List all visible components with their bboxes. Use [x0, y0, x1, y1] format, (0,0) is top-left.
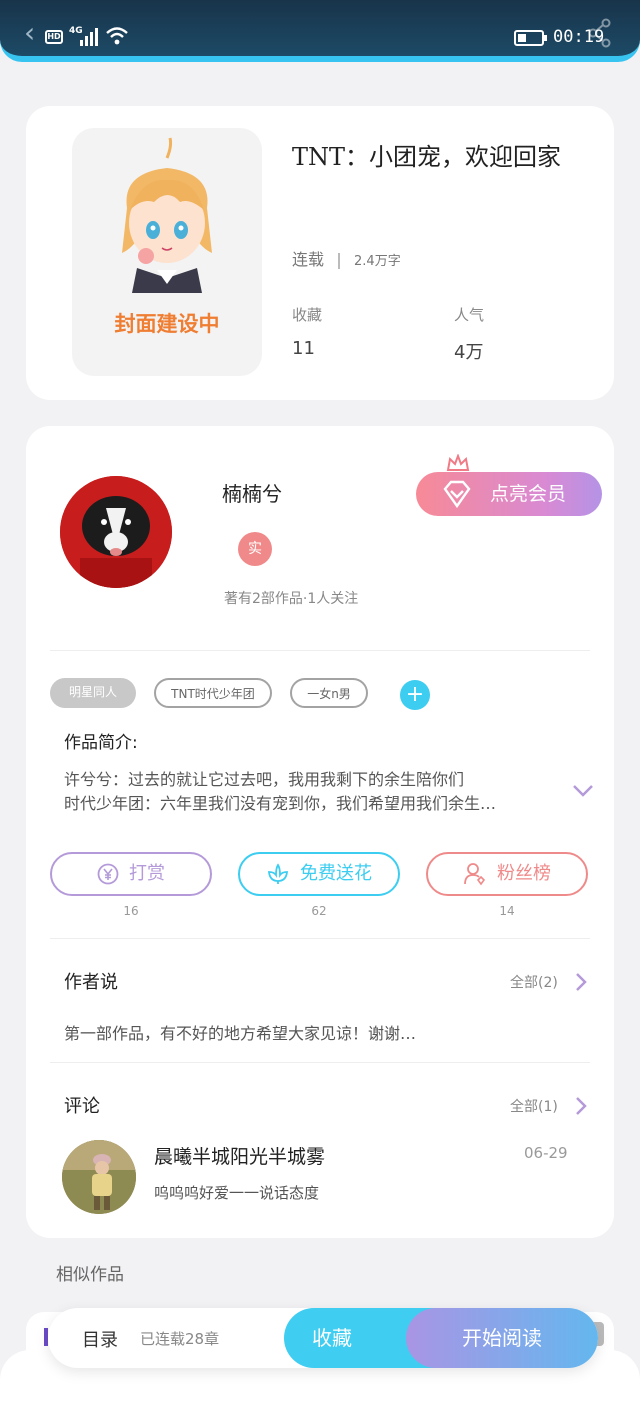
- wifi-icon: [106, 27, 128, 45]
- share-icon[interactable]: [588, 18, 612, 48]
- chevron-down-icon[interactable]: [572, 784, 594, 798]
- send-flower-label: 免费送花: [300, 863, 372, 884]
- add-tag-button[interactable]: +: [400, 680, 430, 710]
- fan-ranking-button[interactable]: 粉丝榜: [426, 852, 588, 896]
- chapter-count: 已连载28章: [140, 1330, 220, 1348]
- reward-button[interactable]: 打赏: [50, 852, 212, 896]
- comment-date: 06-29: [524, 1144, 568, 1162]
- author-says-more[interactable]: 全部(2): [510, 972, 558, 992]
- signal-icon: [80, 28, 100, 46]
- book-cover[interactable]: 封面建设中: [72, 128, 262, 376]
- popularity-label: 人气: [454, 306, 485, 324]
- cover-placeholder-text: 封面建设中: [114, 312, 220, 336]
- vip-button-label: 点亮会员: [490, 483, 567, 505]
- verified-badge: 实: [238, 532, 272, 566]
- fans-icon: [464, 863, 486, 886]
- bottom-action-bar: 目录 已连载28章 收藏 开始阅读: [48, 1308, 598, 1368]
- serial-status: 连载: [292, 250, 325, 269]
- author-says-text[interactable]: 第一部作品，有不好的地方希望大家见谅！谢谢…: [64, 1020, 416, 1044]
- hd-icon: HD: [45, 30, 63, 44]
- tag-tnt[interactable]: TNT时代少年团: [154, 678, 272, 708]
- crown-icon: [446, 454, 470, 471]
- book-meta: 连载 2.4万字: [292, 246, 401, 270]
- comments-more[interactable]: 全部(1): [510, 1096, 558, 1116]
- divider: [50, 1062, 590, 1063]
- start-reading-button[interactable]: 开始阅读: [406, 1308, 598, 1368]
- flower-count: 62: [311, 904, 327, 918]
- author-summary: 著有2部作品·1人关注: [224, 591, 359, 607]
- author-name[interactable]: 楠楠兮: [222, 478, 282, 507]
- intro-line-1: 许兮兮：过去的就让它过去吧，我用我剩下的余生陪你们: [64, 770, 465, 789]
- chevron-right-icon[interactable]: [574, 1095, 588, 1117]
- fan-count: 14: [499, 904, 515, 918]
- commenter-avatar[interactable]: [62, 1140, 136, 1214]
- similar-works-title: 相似作品: [56, 1265, 124, 1285]
- reward-label: 打赏: [129, 863, 165, 884]
- avatar-image: [60, 476, 172, 588]
- divider: [50, 938, 590, 939]
- cover-illustration: [122, 137, 212, 293]
- favorites-value: 11: [292, 338, 315, 359]
- word-count: 2.4万字: [354, 254, 401, 269]
- table-of-contents-button[interactable]: 目录: [82, 1326, 118, 1352]
- author-avatar[interactable]: [60, 476, 172, 588]
- diamond-icon: [443, 480, 471, 508]
- book-title: TNT：小团宠，欢迎回家: [292, 143, 562, 171]
- comment-text[interactable]: 呜呜呜好爱一一说话态度: [154, 1182, 319, 1203]
- book-detail-card: 楠楠兮 实 著有2部作品·1人关注 点亮会员 明星同人 TNT时代少年团 一女n…: [26, 426, 614, 1238]
- popularity-value: 4万: [454, 342, 484, 363]
- comments-title: 评论: [64, 1096, 100, 1117]
- send-flower-button[interactable]: 免费送花: [238, 852, 400, 896]
- status-bar: ‹ HD 4G 00:19: [0, 0, 640, 62]
- intro-line-2: 时代少年团：六年里我们没有宠到你，我们希望用我们余生…: [64, 794, 497, 813]
- yen-icon: [97, 863, 119, 885]
- divider: [50, 650, 590, 651]
- commenter-name[interactable]: 晨曦半城阳光半城雾: [154, 1142, 325, 1169]
- intro-label: 作品简介:: [64, 733, 138, 753]
- flower-icon: [267, 863, 289, 884]
- fan-ranking-label: 粉丝榜: [497, 863, 551, 884]
- favorites-label: 收藏: [292, 306, 323, 324]
- author-says-title: 作者说: [64, 972, 118, 993]
- chevron-right-icon[interactable]: [574, 971, 588, 993]
- book-info-card: 封面建设中 TNT：小团宠，欢迎回家 连载 2.4万字 收藏 11 人气 4万: [26, 106, 614, 400]
- activate-vip-button[interactable]: 点亮会员: [416, 472, 602, 516]
- tag-star-fanfic[interactable]: 明星同人: [50, 678, 136, 708]
- meta-divider: [338, 252, 341, 269]
- back-arrow-icon[interactable]: ‹: [24, 16, 35, 49]
- commenter-photo: [62, 1140, 136, 1214]
- battery-icon: [514, 30, 547, 46]
- tag-one-girl-n-boys[interactable]: 一女n男: [290, 678, 368, 708]
- reward-count: 16: [123, 904, 139, 918]
